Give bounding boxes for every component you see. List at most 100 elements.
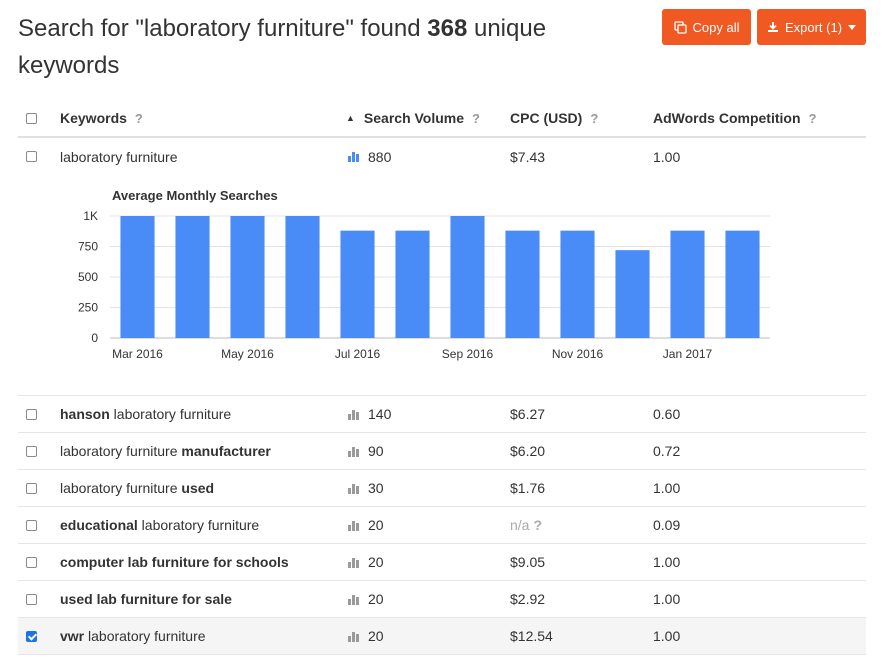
volume-value: 20 xyxy=(368,628,384,644)
sort-ascending-icon: ▲ xyxy=(346,113,355,123)
row-checkbox[interactable] xyxy=(26,408,37,420)
x-tick-label: Mar 2016 xyxy=(112,347,163,361)
keywords-column-header[interactable]: Keywords ? xyxy=(60,100,143,136)
cpc-cell: $1.76 xyxy=(510,470,545,506)
row-checkbox[interactable] xyxy=(26,151,37,162)
bar-chart-icon[interactable] xyxy=(348,594,359,605)
cpc-column-header[interactable]: CPC (USD) ? xyxy=(510,100,598,136)
chart-bar[interactable] xyxy=(560,230,595,338)
keyword-cell[interactable]: laboratory furniture xyxy=(60,138,178,175)
table-row[interactable]: used lab furniture for sale 20 $2.92 1.00 xyxy=(18,581,866,618)
x-tick-label: May 2016 xyxy=(221,347,274,361)
keyword-cell[interactable]: hanson laboratory furniture xyxy=(60,396,231,432)
competition-help-icon[interactable]: ? xyxy=(809,111,817,126)
competition-column-header[interactable]: AdWords Competition ? xyxy=(653,100,816,136)
chart-bar[interactable] xyxy=(725,230,760,338)
chart-bar[interactable] xyxy=(175,216,210,338)
bar-chart-icon[interactable] xyxy=(348,409,359,420)
competition-header-label: AdWords Competition xyxy=(653,110,801,126)
chart-bar[interactable] xyxy=(450,216,485,338)
download-icon xyxy=(767,22,778,32)
competition-cell: 1.00 xyxy=(653,581,680,617)
keyword-cell[interactable]: computer lab furniture for schools xyxy=(60,544,289,580)
chart-bar[interactable] xyxy=(670,230,705,338)
bar-chart-icon[interactable] xyxy=(348,631,359,642)
volume-cell: 30 xyxy=(348,470,384,506)
competition-cell: 0.60 xyxy=(653,396,680,432)
export-label: Export (1) xyxy=(784,19,843,35)
bar-chart-icon[interactable] xyxy=(348,483,359,494)
cpc-value: $6.20 xyxy=(510,443,546,459)
export-button[interactable]: Export (1) xyxy=(757,9,866,45)
volume-value: 30 xyxy=(368,480,384,496)
bar-chart-icon[interactable] xyxy=(348,557,359,568)
cpc-value: $6.27 xyxy=(510,406,546,422)
chart-bar[interactable] xyxy=(285,216,320,338)
cpc-help-icon[interactable]: ? xyxy=(533,517,542,533)
row-checkbox[interactable] xyxy=(26,593,37,605)
keyword-text: laboratory furniture xyxy=(60,480,182,496)
copy-icon xyxy=(673,20,687,34)
table-row[interactable]: hanson laboratory furniture 140 $6.27 0.60 xyxy=(18,396,866,433)
keyword-text: laboratory furniture xyxy=(60,148,178,165)
cpc-cell: $12.54 xyxy=(510,618,553,654)
table-row[interactable]: educational laboratory furniture 20 n/a? 0.… xyxy=(18,507,866,544)
y-tick-label: 500 xyxy=(78,270,98,284)
keyword-cell[interactable]: laboratory furniture manufacturer xyxy=(60,433,271,469)
table-row[interactable]: laboratory furniture manufacturer 90 $6.20… xyxy=(18,433,866,470)
row-checkbox[interactable] xyxy=(26,482,37,494)
x-tick-label: Jul 2016 xyxy=(335,347,381,361)
chart-bar[interactable] xyxy=(120,216,155,338)
chart-bar[interactable] xyxy=(340,230,375,338)
competition-cell: 1.00 xyxy=(653,618,680,654)
competition-value: 0.72 xyxy=(653,443,681,459)
row-checkbox[interactable] xyxy=(26,445,37,457)
competition-cell: 1.00 xyxy=(653,470,680,506)
chart-bar[interactable] xyxy=(230,216,265,338)
volume-value: 880 xyxy=(368,148,392,165)
keyword-cell[interactable]: used lab furniture for sale xyxy=(60,581,232,617)
keyword-highlight: educational xyxy=(60,517,138,533)
copy-all-button[interactable]: Copy all xyxy=(662,9,751,45)
chart-bar[interactable] xyxy=(395,230,430,338)
competition-value: 0.60 xyxy=(653,406,681,422)
search-volume-column-header[interactable]: ▲ Search Volume ? xyxy=(346,100,480,136)
volume-value: 20 xyxy=(368,517,384,533)
table-row[interactable]: vwr laboratory furniture 20 $12.54 1.00 xyxy=(18,618,866,655)
keyword-text: laboratory furniture xyxy=(60,443,182,459)
x-tick-label: Sep 2016 xyxy=(442,347,494,361)
bar-chart-icon-active[interactable] xyxy=(348,151,359,162)
keyword-cell[interactable]: educational laboratory furniture xyxy=(60,507,259,543)
cpc-cell: $2.92 xyxy=(510,581,545,617)
keyword-highlight: vwr xyxy=(60,628,85,644)
table-row[interactable]: laboratory furniture used 30 $1.76 1.00 xyxy=(18,470,866,507)
cpc-value: $12.54 xyxy=(510,628,553,644)
keyword-highlight: used xyxy=(181,480,215,496)
keyword-cell[interactable]: vwr laboratory furniture xyxy=(60,618,206,654)
volume-cell: 880 xyxy=(348,138,391,175)
result-count: 368 xyxy=(427,15,468,42)
table-header: Keywords ? ▲ Search Volume ? CPC (USD) ?… xyxy=(18,100,866,138)
competition-value: 1.00 xyxy=(653,480,681,496)
search-volume-help-icon[interactable]: ? xyxy=(472,111,480,126)
row-checkbox[interactable] xyxy=(26,556,37,568)
keyword-cell[interactable]: laboratory furniture used xyxy=(60,470,214,506)
cpc-value: $2.92 xyxy=(510,591,546,607)
row-checkbox[interactable] xyxy=(26,630,37,642)
select-all-checkbox[interactable] xyxy=(26,112,37,124)
chart-bar[interactable] xyxy=(505,230,540,338)
keyword-highlight: computer lab furniture for schools xyxy=(60,554,289,570)
keywords-help-icon[interactable]: ? xyxy=(135,111,143,126)
volume-cell: 20 xyxy=(348,581,384,617)
table-row[interactable]: computer lab furniture for schools 20 $9.0… xyxy=(18,544,866,581)
keyword-text: laboratory furniture xyxy=(109,406,232,422)
bar-chart-icon[interactable] xyxy=(348,446,359,457)
search-volume-header-label: Search Volume xyxy=(363,110,465,126)
chart-bar[interactable] xyxy=(615,250,650,338)
bar-chart-icon[interactable] xyxy=(348,520,359,531)
row-checkbox[interactable] xyxy=(26,519,37,531)
cpc-help-icon[interactable]: ? xyxy=(590,111,598,126)
volume-cell: 90 xyxy=(348,433,384,469)
y-tick-label: 250 xyxy=(78,301,98,315)
y-tick-label: 0 xyxy=(91,331,98,345)
